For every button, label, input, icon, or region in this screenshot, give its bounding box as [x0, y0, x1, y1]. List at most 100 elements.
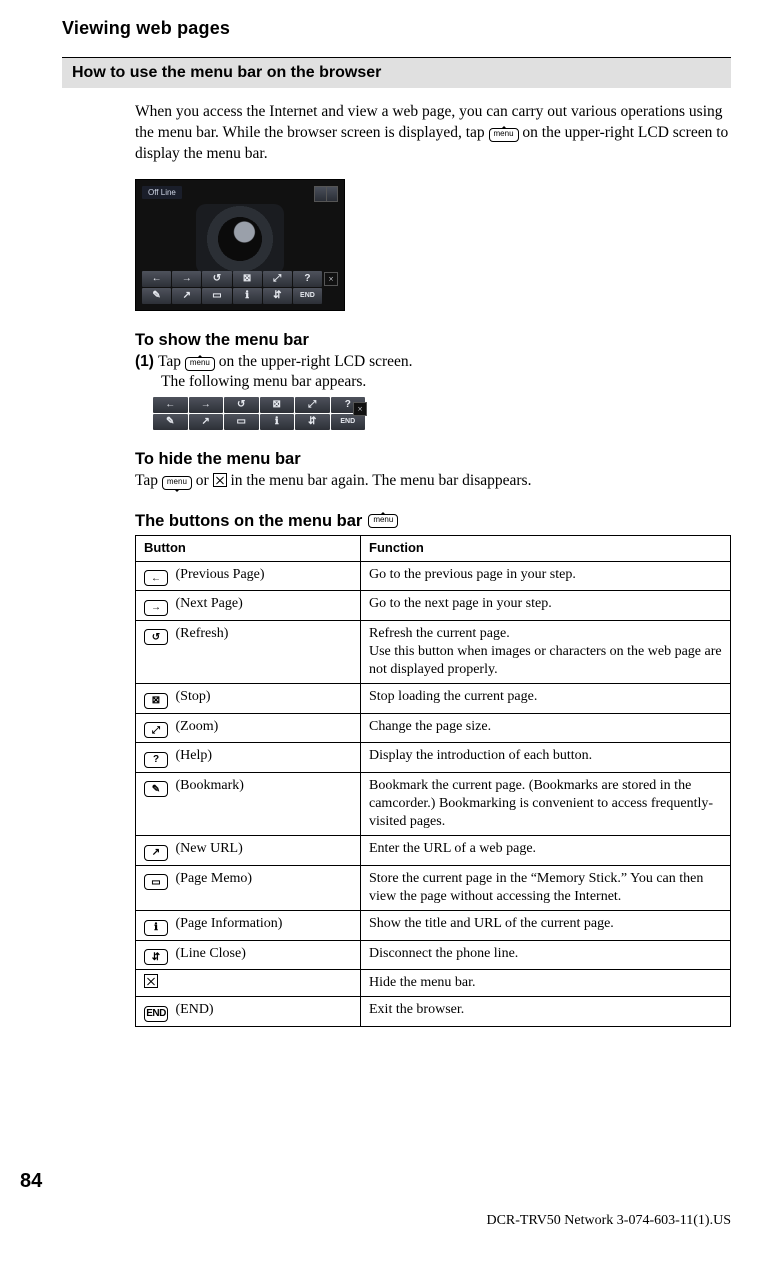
function-cell: Bookmark the current page. (Bookmarks ar… [361, 772, 731, 836]
camera-lens-graphic [196, 204, 284, 274]
function-cell: Exit the browser. [361, 997, 731, 1027]
button-icon: ℹ [144, 920, 168, 936]
function-cell: Go to the next page in your step. [361, 591, 731, 621]
button-icon: ✎ [144, 781, 168, 797]
button-cell: ⤢ (Zoom) [136, 713, 361, 743]
menu-button-icon: menu [185, 357, 215, 371]
button-name: (END) [172, 1002, 214, 1017]
button-name: (Zoom) [172, 719, 218, 734]
button-cell: → (Next Page) [136, 591, 361, 621]
button-icon: ▭ [144, 874, 168, 890]
menu-icon-prev: ← [142, 271, 171, 287]
menu-bar-illustration: ← → ↺ ⊠ ⤢ ? ✎ ↗ ▭ ℹ ⇵ END × [135, 397, 375, 430]
page: Viewing web pages How to use the menu ba… [0, 0, 779, 1265]
button-cell: ✎ (Bookmark) [136, 772, 361, 836]
footer-text: DCR-TRV50 Network 3-074-603-11(1).US [486, 1213, 731, 1229]
hide-text-pre: Tap [135, 472, 162, 489]
menu-icon-bookmark: ✎ [153, 414, 188, 430]
button-name: (Refresh) [172, 626, 228, 641]
menu-icon-next: → [172, 271, 201, 287]
hide-menu-text: Tap menu or in the menu bar again. The m… [135, 471, 731, 492]
function-cell: Change the page size. [361, 713, 731, 743]
show-step-1: (1) Tap menu on the upper-right LCD scre… [135, 352, 731, 373]
lcd-menu-bar: ← → ↺ ⊠ ⤢ ? ✎ ↗ ▭ ℹ ⇵ END [142, 271, 322, 304]
function-cell: Enter the URL of a web page. [361, 836, 731, 866]
table-row: ? (Help)Display the introduction of each… [136, 743, 731, 773]
table-row: ▭ (Page Memo)Store the current page in t… [136, 865, 731, 910]
menu-icon-end: END [331, 414, 366, 430]
menu-icon-pageinfo: ℹ [233, 288, 262, 304]
menu-icon-bookmark: ✎ [142, 288, 171, 304]
button-cell: ↺ (Refresh) [136, 620, 361, 684]
menu-icon-end: END [293, 288, 322, 304]
button-name: (Line Close) [172, 946, 246, 961]
button-icon: ? [144, 752, 168, 768]
button-name: (Help) [172, 748, 212, 763]
table-row: END (END)Exit the browser. [136, 997, 731, 1027]
button-cell [136, 970, 361, 997]
button-name: (Previous Page) [172, 567, 265, 582]
lcd-menu-corner-icon [314, 186, 338, 202]
menu-icon-refresh: ↺ [202, 271, 231, 287]
button-name: (New URL) [172, 841, 243, 856]
button-icon: ⊠ [144, 693, 168, 709]
button-cell: ? (Help) [136, 743, 361, 773]
menu-icon-zoom: ⤢ [295, 397, 330, 413]
button-cell: ⊠ (Stop) [136, 684, 361, 714]
function-cell: Stop loading the current page. [361, 684, 731, 714]
table-row: ← (Previous Page)Go to the previous page… [136, 561, 731, 591]
button-name: (Stop) [172, 689, 211, 704]
table-title: The buttons on the menu bar [135, 512, 362, 531]
menu-icon-next: → [189, 397, 224, 413]
menu-icon-stop: ⊠ [260, 397, 295, 413]
header-button: Button [136, 535, 361, 561]
menu-button-icon: menu [368, 514, 398, 528]
menu-icon-prev: ← [153, 397, 188, 413]
table-row: ↺ (Refresh)Refresh the current page.Use … [136, 620, 731, 684]
function-cell: Hide the menu bar. [361, 970, 731, 997]
function-cell: Disconnect the phone line. [361, 940, 731, 970]
button-name: (Page Information) [172, 916, 282, 931]
header-function: Function [361, 535, 731, 561]
lcd-status-label: Off Line [142, 186, 182, 199]
button-icon: ↺ [144, 629, 168, 645]
menu-icon-newurl: ↗ [189, 414, 224, 430]
menu-icon-lineclose: ⇵ [295, 414, 330, 430]
show-step-text-pre: Tap [158, 353, 185, 370]
button-name: (Page Memo) [172, 871, 252, 886]
menu-icon-pagememo: ▭ [202, 288, 231, 304]
table-row: ℹ (Page Information) Show the title and U… [136, 911, 731, 941]
table-row: ⤢ (Zoom)Change the page size. [136, 713, 731, 743]
hide-text-mid: or [196, 472, 213, 489]
close-icon: × [324, 272, 338, 286]
function-cell: Store the current page in the “Memory St… [361, 865, 731, 910]
menu-icon-pagememo: ▭ [224, 414, 259, 430]
button-icon: ⇵ [144, 949, 168, 965]
button-icon: ↗ [144, 845, 168, 861]
close-icon: × [353, 402, 367, 416]
close-x-icon [213, 473, 227, 487]
buttons-table: Button Function ← (Previous Page)Go to t… [135, 535, 731, 1027]
button-cell: END (END) [136, 997, 361, 1027]
function-cell: Display the introduction of each button. [361, 743, 731, 773]
function-cell: Show the title and URL of the current pa… [361, 911, 731, 941]
table-row: ⇵ (Line Close)Disconnect the phone line. [136, 940, 731, 970]
lcd-screenshot: Off Line × ← → ↺ ⊠ ⤢ ? ✎ ↗ ▭ ℹ [135, 179, 345, 311]
button-icon: → [144, 600, 168, 616]
menu-icon-lineclose: ⇵ [263, 288, 292, 304]
table-row: ⊠ (Stop)Stop loading the current page. [136, 684, 731, 714]
button-icon: ⤢ [144, 722, 168, 738]
show-step-text-post: on the upper-right LCD screen. [219, 353, 413, 370]
menu-button-down-icon: menu [162, 476, 192, 490]
button-name: (Next Page) [172, 596, 243, 611]
button-cell: ▭ (Page Memo) [136, 865, 361, 910]
show-step-line2: The following menu bar appears. [161, 373, 731, 391]
table-row: → (Next Page)Go to the next page in your… [136, 591, 731, 621]
table-row: ✎ (Bookmark)Bookmark the current page. (… [136, 772, 731, 836]
table-header-row: Button Function [136, 535, 731, 561]
menu-button-icon: menu [489, 128, 519, 142]
button-cell: ⇵ (Line Close) [136, 940, 361, 970]
section-title-bar: How to use the menu bar on the browser [62, 57, 731, 88]
table-row: ↗ (New URL) Enter the URL of a web page. [136, 836, 731, 866]
function-cell: Go to the previous page in your step. [361, 561, 731, 591]
